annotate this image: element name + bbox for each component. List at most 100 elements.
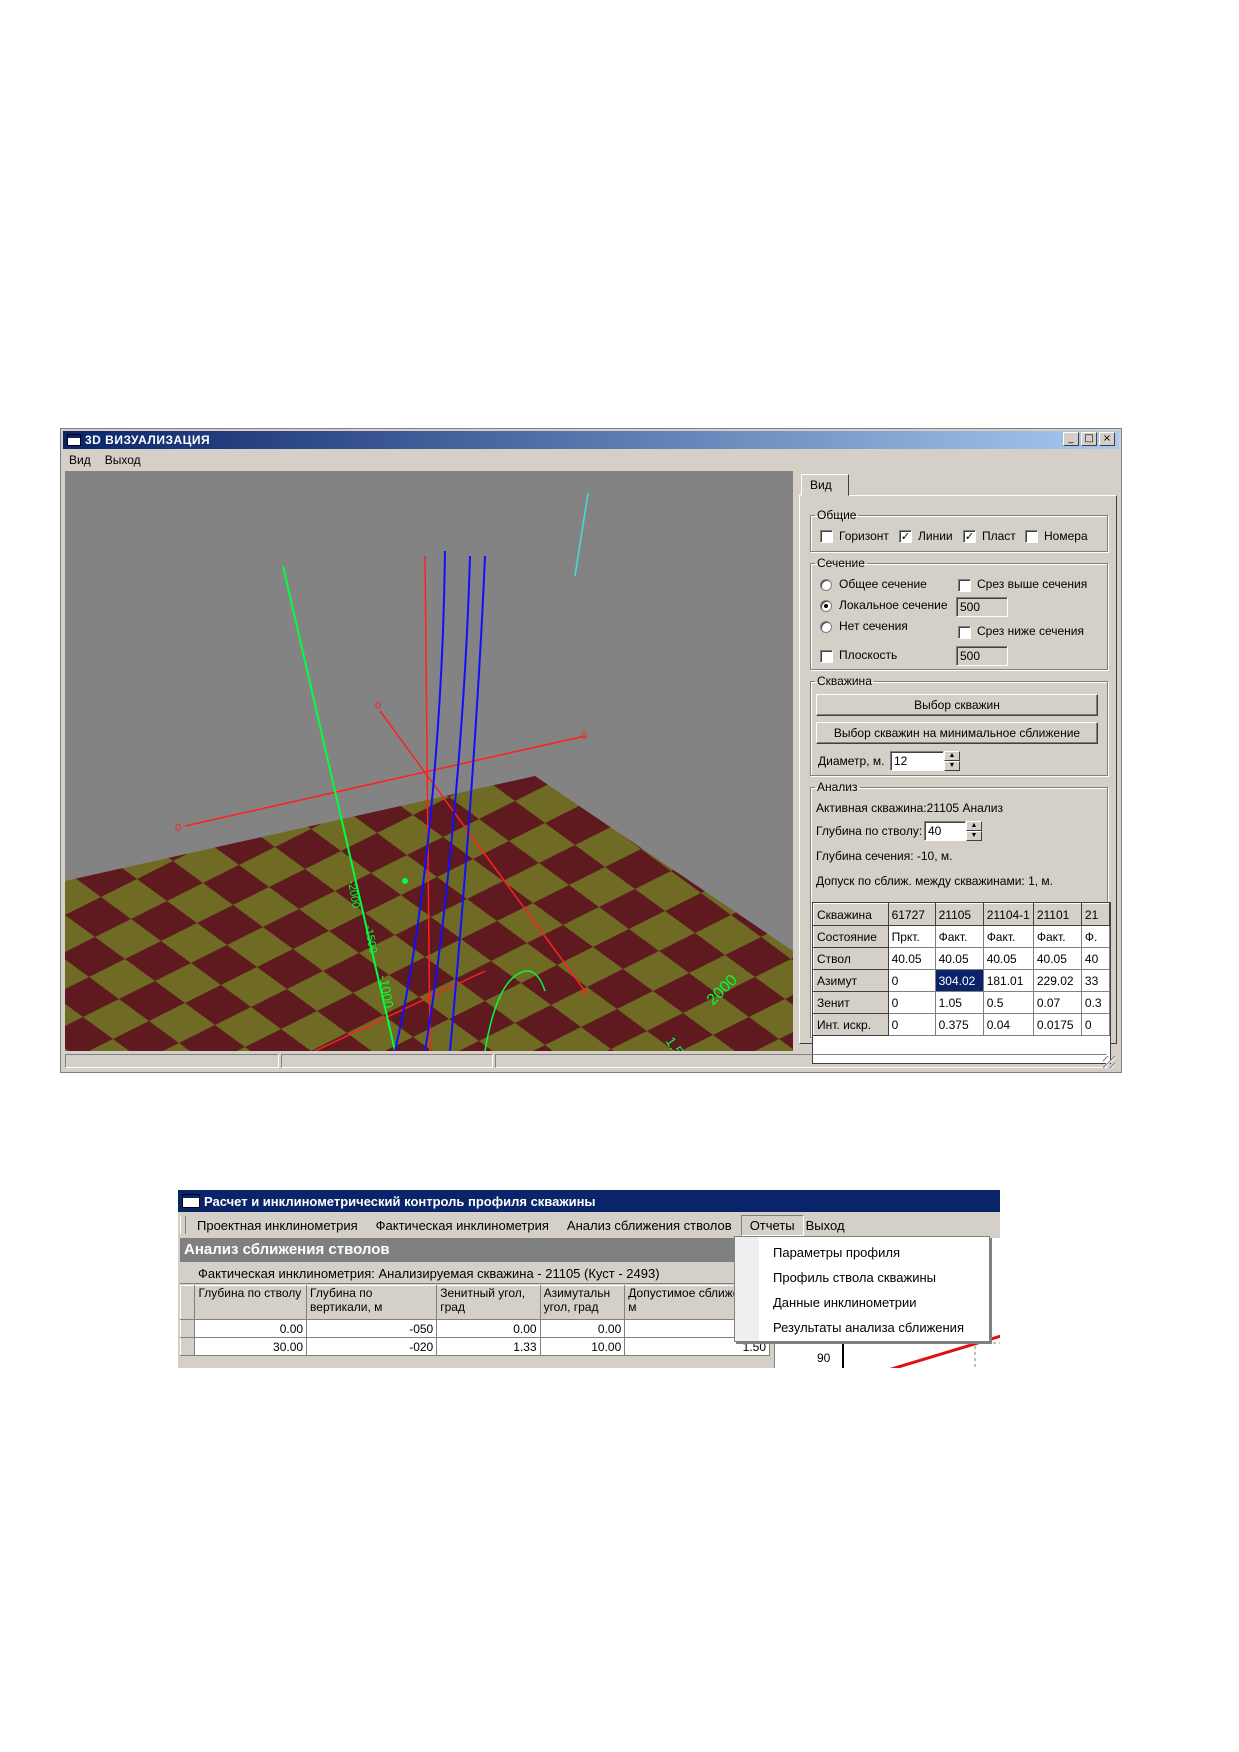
plane-input[interactable]: 500 (956, 646, 1008, 666)
table-row[interactable]: 30.00 -020 1.33 10.00 1.50 (179, 1337, 770, 1356)
spin-down-icon[interactable]: ▼ (966, 831, 982, 841)
grid-cell[interactable]: 0.375 (934, 1013, 984, 1036)
maximize-button[interactable]: □ (1081, 432, 1097, 446)
menu-item-profile-params[interactable]: Параметры профиля (773, 1245, 900, 1260)
local-section-input[interactable]: 500 (956, 597, 1008, 617)
table-cell[interactable]: -050 (306, 1319, 438, 1338)
grid-cell[interactable]: 0.3 (1080, 991, 1110, 1014)
menu-view[interactable]: Вид (69, 453, 91, 467)
3d-scene[interactable]: 0 0 0 0 -2000 -1500 -1000 2000 1.5 (65, 471, 793, 1051)
section-depth-text: Глубина сечения: -10, м. (816, 849, 953, 863)
diameter-spinner[interactable]: ▲ ▼ (944, 751, 960, 771)
column-header[interactable]: Зенитный угол, град (436, 1285, 541, 1320)
spin-up-icon[interactable]: ▲ (966, 821, 982, 831)
no-section-radio[interactable] (820, 621, 832, 633)
menu-design-inclinometry[interactable]: Проектная инклинометрия (188, 1218, 367, 1233)
wells-grid[interactable]: Скважина 61727 21105 21104-1 21101 21 Со… (812, 902, 1111, 1064)
table-cell[interactable]: 10.00 (539, 1337, 626, 1356)
wells-table: Скважина 61727 21105 21104-1 21101 21 Со… (813, 903, 1110, 1036)
grid-cell[interactable]: 21104-1 (982, 903, 1034, 926)
table-cell[interactable]: 0.00 (436, 1319, 541, 1338)
cut-below-checkbox[interactable] (958, 626, 971, 639)
section-header: Анализ сближения стволов (180, 1238, 770, 1262)
local-section-radio[interactable] (820, 600, 832, 612)
inclinometry-table[interactable]: Глубина по стволу Глубина по вертикали, … (179, 1285, 770, 1356)
grid-cell[interactable]: 0 (887, 991, 936, 1014)
grid-cell[interactable]: 61727 (887, 903, 936, 926)
3d-viewport[interactable]: 0 0 0 0 -2000 -1500 -1000 2000 1.5 (65, 471, 793, 1051)
spin-down-icon[interactable]: ▼ (944, 761, 960, 771)
select-min-approach-button[interactable]: Выбор скважин на минимальное сближение (816, 722, 1098, 744)
table-cell[interactable]: 0.00 (539, 1319, 626, 1338)
grid-cell[interactable]: 21105 (934, 903, 984, 926)
table-cell[interactable]: 30.00 (194, 1337, 308, 1356)
minimize-button[interactable]: _ (1063, 432, 1079, 446)
lines-checkbox[interactable]: ✓ (899, 530, 912, 543)
grid-cell[interactable]: 40.05 (1032, 947, 1082, 970)
cut-below-label: Срез ниже сечения (977, 624, 1084, 638)
table-cell[interactable]: 0.00 (194, 1319, 308, 1338)
diameter-input[interactable]: 12 (890, 751, 944, 771)
select-wells-button[interactable]: Выбор скважин (816, 694, 1098, 716)
app-icon (182, 1194, 200, 1208)
menu-approach-analysis[interactable]: Анализ сближения стволов (558, 1218, 741, 1233)
grid-cell[interactable]: 21101 (1032, 903, 1082, 926)
menu-reports[interactable]: Отчеты (740, 1214, 804, 1236)
column-header[interactable]: Азимутальн угол, град (539, 1285, 626, 1320)
menu-item-inclinometry-data[interactable]: Данные инклинометрии (773, 1295, 917, 1310)
row-header: Состояние (813, 925, 889, 948)
layer-checkbox[interactable]: ✓ (963, 530, 976, 543)
grid-cell[interactable]: Факт. (934, 925, 984, 948)
tab-view[interactable]: Вид (801, 474, 849, 496)
grid-cell[interactable]: Факт. (982, 925, 1034, 948)
grid-cell[interactable]: 33 (1080, 969, 1110, 992)
depth-spinner[interactable]: ▲ ▼ (966, 821, 982, 841)
plane-checkbox[interactable] (820, 650, 833, 663)
grid-cell[interactable]: Ф. (1080, 925, 1110, 948)
numbers-checkbox[interactable] (1025, 530, 1038, 543)
menu-item-well-profile[interactable]: Профиль ствола скважины (773, 1270, 936, 1285)
grid-cell[interactable]: 0 (1080, 1013, 1110, 1036)
row-indicator[interactable] (179, 1319, 196, 1338)
close-button[interactable]: × (1099, 432, 1115, 446)
cut-above-checkbox[interactable] (958, 579, 971, 592)
column-header[interactable]: Глубина по стволу (194, 1285, 308, 1320)
local-section-label: Локальное сечение (839, 598, 948, 612)
menu-exit[interactable]: Выход (804, 1218, 854, 1233)
table-cell[interactable]: -020 (306, 1337, 438, 1356)
menu-exit[interactable]: Выход (105, 453, 141, 467)
grid-cell[interactable]: 40.05 (887, 947, 936, 970)
grid-cell[interactable]: 40.05 (934, 947, 984, 970)
grid-cell[interactable]: 229.02 (1032, 969, 1082, 992)
grid-cell[interactable]: 0.04 (982, 1013, 1034, 1036)
grid-cell[interactable]: 0 (887, 969, 936, 992)
horizon-checkbox[interactable] (820, 530, 833, 543)
menu-bar: Вид Выход (65, 451, 141, 469)
grid-cell[interactable]: 40 (1080, 947, 1110, 970)
resize-grip-icon[interactable] (1103, 1056, 1115, 1068)
grid-cell[interactable]: 0.5 (982, 991, 1034, 1014)
grid-cell[interactable]: Пркт. (887, 925, 936, 948)
row-indicator[interactable] (179, 1337, 196, 1356)
general-section-label: Общее сечение (839, 577, 927, 591)
grid-cell[interactable]: 0 (887, 1013, 936, 1036)
grid-cell[interactable]: 21 (1080, 903, 1110, 926)
grid-cell[interactable]: Факт. (1032, 925, 1082, 948)
grid-cell[interactable]: 0.0175 (1032, 1013, 1082, 1036)
grid-cell[interactable]: 0.07 (1032, 991, 1082, 1014)
column-header[interactable]: Глубина по вертикали, м (306, 1285, 438, 1320)
menu-actual-inclinometry[interactable]: Фактическая инклинометрия (367, 1218, 558, 1233)
visualization-window: 3D ВИЗУАЛИЗАЦИЯ _ □ × Вид Выход 0 0 0 0 … (60, 428, 1122, 1073)
table-cell[interactable]: 1.33 (436, 1337, 541, 1356)
general-section-radio[interactable] (820, 579, 832, 591)
menu-item-approach-results[interactable]: Результаты анализа сближения (773, 1320, 964, 1335)
table-row[interactable]: 0.00 -050 0.00 0.00 1.5 (179, 1319, 770, 1338)
section-legend: Сечение (817, 556, 865, 570)
grid-cell[interactable]: 1.05 (934, 991, 984, 1014)
depth-input[interactable]: 40 (924, 821, 966, 841)
status-pane (281, 1054, 493, 1068)
grid-cell[interactable]: 40.05 (982, 947, 1034, 970)
spin-up-icon[interactable]: ▲ (944, 751, 960, 761)
grid-cell[interactable]: 181.01 (982, 969, 1034, 992)
grid-cell-selected[interactable]: 304.02 (934, 969, 984, 992)
